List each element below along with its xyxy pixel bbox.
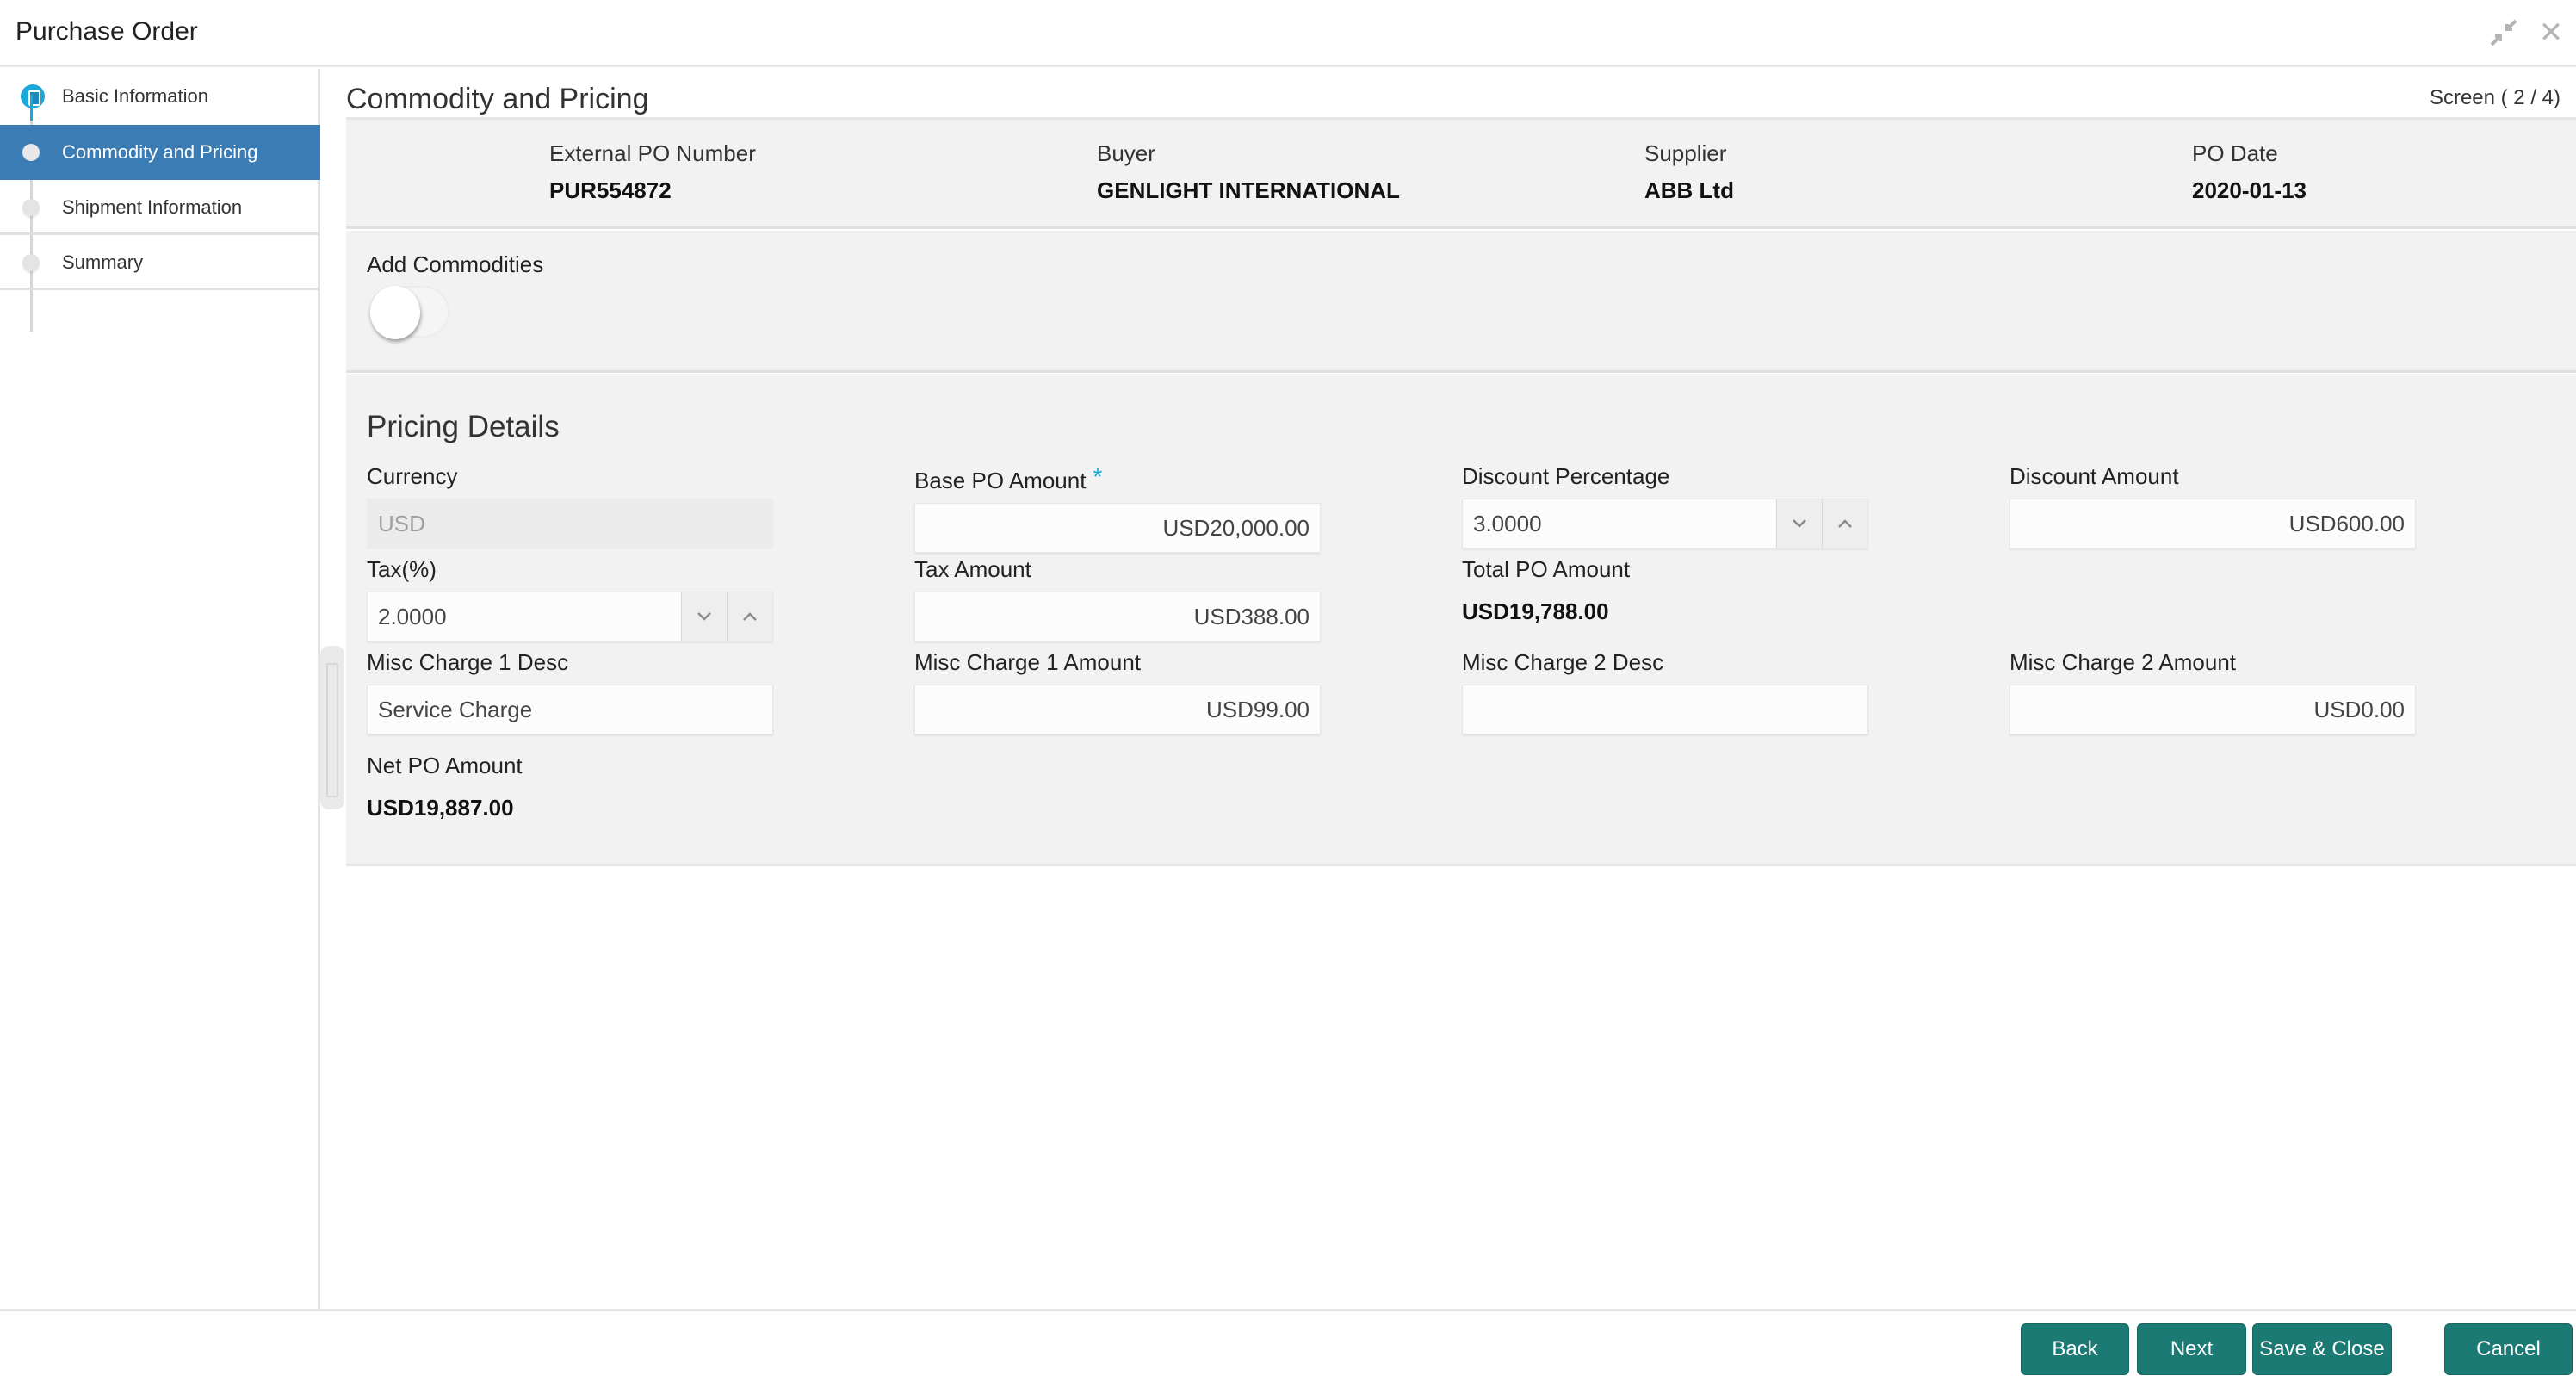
toggle-knob xyxy=(370,286,420,339)
discount-percentage-field: Discount Percentage 3.0000 xyxy=(1462,463,1868,549)
misc-charge-1-desc-input[interactable]: Service Charge xyxy=(367,685,773,734)
summary-value: PUR554872 xyxy=(549,177,672,203)
field-label: Discount Percentage xyxy=(1462,463,1670,489)
minimize-icon[interactable] xyxy=(2488,17,2519,48)
sidebar-item-basic-information[interactable]: Basic Information xyxy=(0,69,320,125)
field-label: Misc Charge 1 Desc xyxy=(367,649,569,675)
add-commodities-label: Add Commodities xyxy=(367,251,544,277)
increment-chevron-up-icon[interactable] xyxy=(727,592,772,641)
buyer: Buyer GENLIGHT INTERNATIONAL xyxy=(1097,140,1400,204)
base-po-amount-field: Base PO Amount * USD20,000.00 xyxy=(914,463,1321,553)
misc-charge-2-amount-field: Misc Charge 2 Amount USD0.00 xyxy=(2009,649,2416,734)
step-pending-icon xyxy=(22,254,40,271)
summary-label: Supplier xyxy=(1644,140,1727,166)
misc-charge-2-desc-input[interactable] xyxy=(1462,685,1868,734)
step-pending-icon xyxy=(22,199,40,216)
increment-chevron-up-icon[interactable] xyxy=(1822,499,1867,548)
misc-charge-1-amount-input[interactable]: USD99.00 xyxy=(914,685,1321,734)
cancel-button[interactable]: Cancel xyxy=(2444,1323,2573,1375)
pricing-details-title: Pricing Details xyxy=(367,410,560,443)
summary-value: ABB Ltd xyxy=(1644,177,1734,203)
add-commodities-section: Add Commodities xyxy=(346,231,2576,373)
po-summary-band: External PO Number PUR554872 Buyer GENLI… xyxy=(346,117,2576,229)
next-button[interactable]: Next xyxy=(2137,1323,2246,1375)
step-completed-icon xyxy=(21,84,45,108)
summary-label: External PO Number xyxy=(549,140,756,166)
required-asterisk: * xyxy=(1093,463,1103,490)
tax-percent-field: Tax(%) 2.0000 xyxy=(367,556,773,642)
pricing-details-section: Pricing Details Currency USD Base PO Amo… xyxy=(346,374,2576,866)
sidebar-steps: Basic Information Commodity and Pricing … xyxy=(0,69,320,1309)
summary-value: 2020-01-13 xyxy=(2192,177,2307,203)
input-value: 2.0000 xyxy=(378,604,447,629)
currency-field: Currency USD xyxy=(367,463,773,549)
summary-label: Buyer xyxy=(1097,140,1155,166)
field-label: Misc Charge 2 Desc xyxy=(1462,649,1664,675)
summary-value: GENLIGHT INTERNATIONAL xyxy=(1097,177,1400,203)
discount-amount-input[interactable]: USD600.00 xyxy=(2009,499,2416,549)
misc-charge-1-desc-field: Misc Charge 1 Desc Service Charge xyxy=(367,649,773,734)
tax-amount-input[interactable]: USD388.00 xyxy=(914,592,1321,642)
page-title: Commodity and Pricing xyxy=(346,83,649,115)
discount-amount-field: Discount Amount USD600.00 xyxy=(2009,463,2416,549)
sidebar-item-label: Shipment Information xyxy=(62,196,243,218)
tax-amount-field: Tax Amount USD388.00 xyxy=(914,556,1321,642)
misc-charge-1-amount-field: Misc Charge 1 Amount USD99.00 xyxy=(914,649,1321,734)
field-label: Misc Charge 1 Amount xyxy=(914,649,1142,675)
step-active-icon xyxy=(22,144,40,161)
total-po-amount-field: Total PO Amount USD19,788.00 xyxy=(1462,556,1630,625)
sidebar-item-label: Summary xyxy=(62,251,144,273)
input-value: 3.0000 xyxy=(1473,511,1542,536)
decrement-chevron-down-icon[interactable] xyxy=(681,592,727,641)
field-label: Currency xyxy=(367,463,458,489)
app-header: Purchase Order ✕ xyxy=(0,0,2576,67)
field-label-text: Base PO Amount xyxy=(914,468,1087,493)
back-button[interactable]: Back xyxy=(2021,1323,2129,1375)
sidebar-item-label: Basic Information xyxy=(62,85,208,107)
summary-label: PO Date xyxy=(2192,140,2278,166)
net-po-amount-value: USD19,887.00 xyxy=(367,795,514,821)
add-commodities-toggle[interactable] xyxy=(368,286,449,339)
misc-charge-2-desc-field: Misc Charge 2 Desc xyxy=(1462,649,1868,734)
currency-input: USD xyxy=(367,499,773,549)
supplier: Supplier ABB Ltd xyxy=(1644,140,1734,204)
footer-actions: Back Next Save & Close Cancel xyxy=(0,1309,2576,1376)
field-label: Tax(%) xyxy=(367,556,437,582)
sidebar-item-summary[interactable]: Summary xyxy=(0,235,320,290)
save-and-close-button[interactable]: Save & Close xyxy=(2252,1323,2392,1375)
base-po-amount-input[interactable]: USD20,000.00 xyxy=(914,503,1321,553)
field-label: Tax Amount xyxy=(914,556,1031,582)
window-title: Purchase Order xyxy=(15,17,198,46)
total-po-amount-value: USD19,788.00 xyxy=(1462,598,1609,624)
field-label: Net PO Amount xyxy=(367,753,523,778)
sidebar-collapse-handle[interactable] xyxy=(320,646,344,809)
sidebar-item-label: Commodity and Pricing xyxy=(62,141,258,163)
decrement-chevron-down-icon[interactable] xyxy=(1776,499,1822,548)
step-connector-complete xyxy=(30,95,33,121)
field-label: Discount Amount xyxy=(2009,463,2179,489)
external-po-number: External PO Number PUR554872 xyxy=(549,140,756,204)
sidebar-item-shipment-information[interactable]: Shipment Information xyxy=(0,180,320,235)
field-label: Misc Charge 2 Amount xyxy=(2009,649,2237,675)
misc-charge-2-amount-input[interactable]: USD0.00 xyxy=(2009,685,2416,734)
close-icon[interactable]: ✕ xyxy=(2536,17,2567,48)
field-label: Total PO Amount xyxy=(1462,556,1631,582)
sidebar-item-commodity-and-pricing[interactable]: Commodity and Pricing xyxy=(0,125,320,180)
tax-percent-input[interactable]: 2.0000 xyxy=(367,592,773,642)
field-label: Base PO Amount * xyxy=(914,463,1321,494)
screen-counter: Screen ( 2 / 4) xyxy=(2429,86,2561,109)
net-po-amount-field: Net PO Amount USD19,887.00 xyxy=(367,753,523,821)
discount-percentage-input[interactable]: 3.0000 xyxy=(1462,499,1868,549)
po-date: PO Date 2020-01-13 xyxy=(2192,140,2307,204)
